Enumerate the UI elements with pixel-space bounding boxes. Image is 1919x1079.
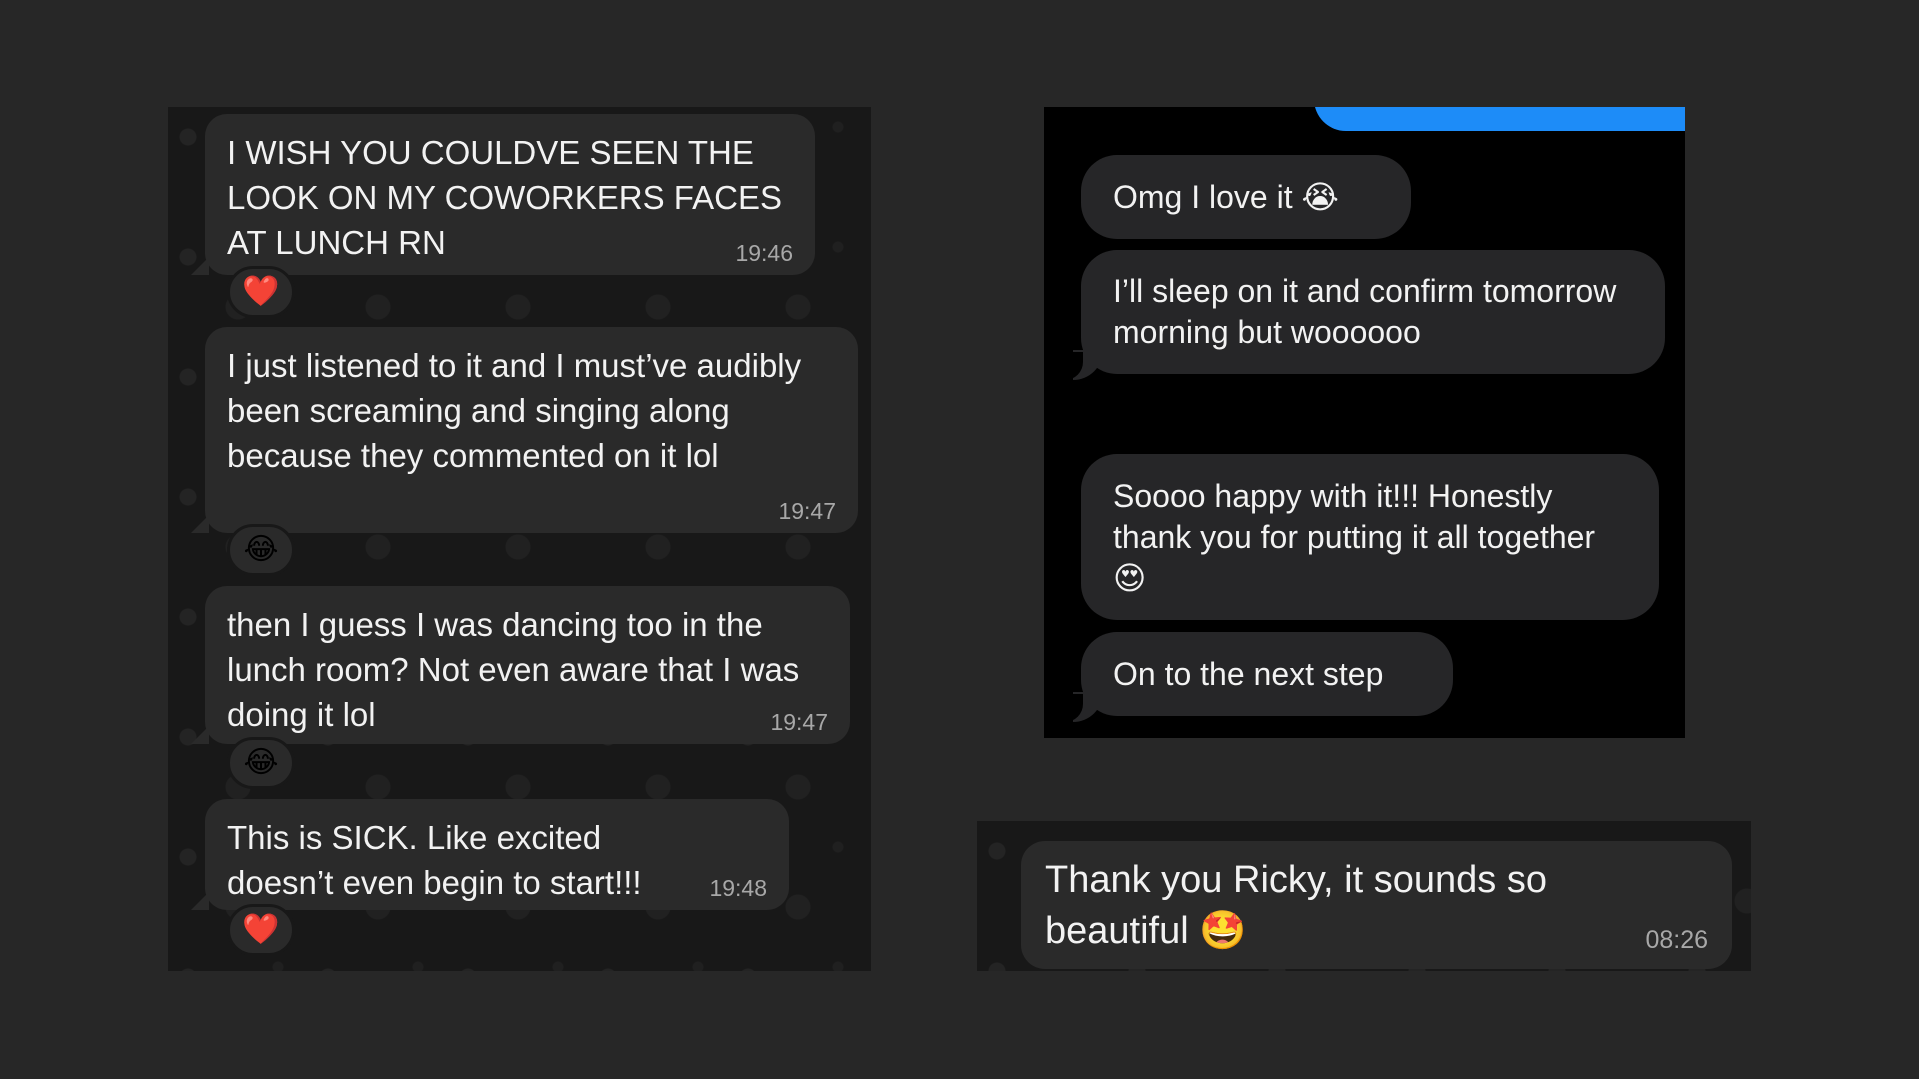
message-time: 08:26	[1645, 926, 1708, 954]
message-text: then I guess I was dancing too in the lu…	[227, 606, 800, 733]
message-text: This is SICK. Like excited doesn’t even …	[227, 819, 642, 901]
bubble-tail	[1057, 350, 1103, 380]
message-bubble[interactable]: Soooo happy with it!!! Honestly thank yo…	[1081, 454, 1659, 620]
message-bubble[interactable]: This is SICK. Like excited doesn’t even …	[191, 799, 789, 910]
message-text: On to the next step	[1113, 655, 1384, 692]
whatsapp-chat-panel: I WISH YOU COULDVE SEEN THE LOOK ON MY C…	[168, 107, 871, 971]
message-text: Soooo happy with it!!! Honestly thank yo…	[1113, 477, 1596, 596]
message-bubble[interactable]: Thank you Ricky, it sounds so beautiful …	[1021, 841, 1732, 969]
whatsapp-reply-panel: Thank you Ricky, it sounds so beautiful …	[977, 821, 1751, 971]
message-time: 19:46	[735, 240, 793, 266]
bubble-tail	[1057, 692, 1103, 722]
message-time: 19:47	[778, 498, 836, 524]
message-time: 19:48	[709, 875, 767, 901]
heart-reaction-icon[interactable]: ❤️	[227, 904, 295, 956]
message-bubble[interactable]: I WISH YOU COULDVE SEEN THE LOOK ON MY C…	[191, 114, 815, 275]
message-bubble[interactable]: On to the next step	[1057, 632, 1453, 722]
message-bubble[interactable]: I’ll sleep on it and confirm tomorrow mo…	[1057, 250, 1665, 380]
message-text: Thank you Ricky, it sounds so beautiful …	[1045, 859, 1547, 952]
message-text: I WISH YOU COULDVE SEEN THE LOOK ON MY C…	[227, 134, 782, 261]
message-bubble[interactable]: Omg I love it 😭	[1081, 155, 1411, 239]
message-bubble[interactable]: I just listened to it and I must’ve audi…	[191, 327, 858, 533]
message-text: I’ll sleep on it and confirm tomorrow mo…	[1113, 273, 1617, 350]
laughing-reaction-icon[interactable]: 😂	[227, 524, 295, 576]
message-text: Omg I love it 😭	[1113, 178, 1339, 215]
laughing-reaction-icon[interactable]: 😂	[227, 737, 295, 789]
message-bubble[interactable]: then I guess I was dancing too in the lu…	[191, 586, 850, 744]
message-text: I just listened to it and I must’ve audi…	[227, 347, 802, 474]
heart-reaction-icon[interactable]: ❤️	[227, 266, 295, 318]
message-time: 19:47	[770, 709, 828, 735]
imessage-chat-panel: Omg I love it 😭 I’ll sleep on it and con…	[1044, 107, 1685, 738]
sent-message-bubble-edge	[1314, 107, 1685, 131]
